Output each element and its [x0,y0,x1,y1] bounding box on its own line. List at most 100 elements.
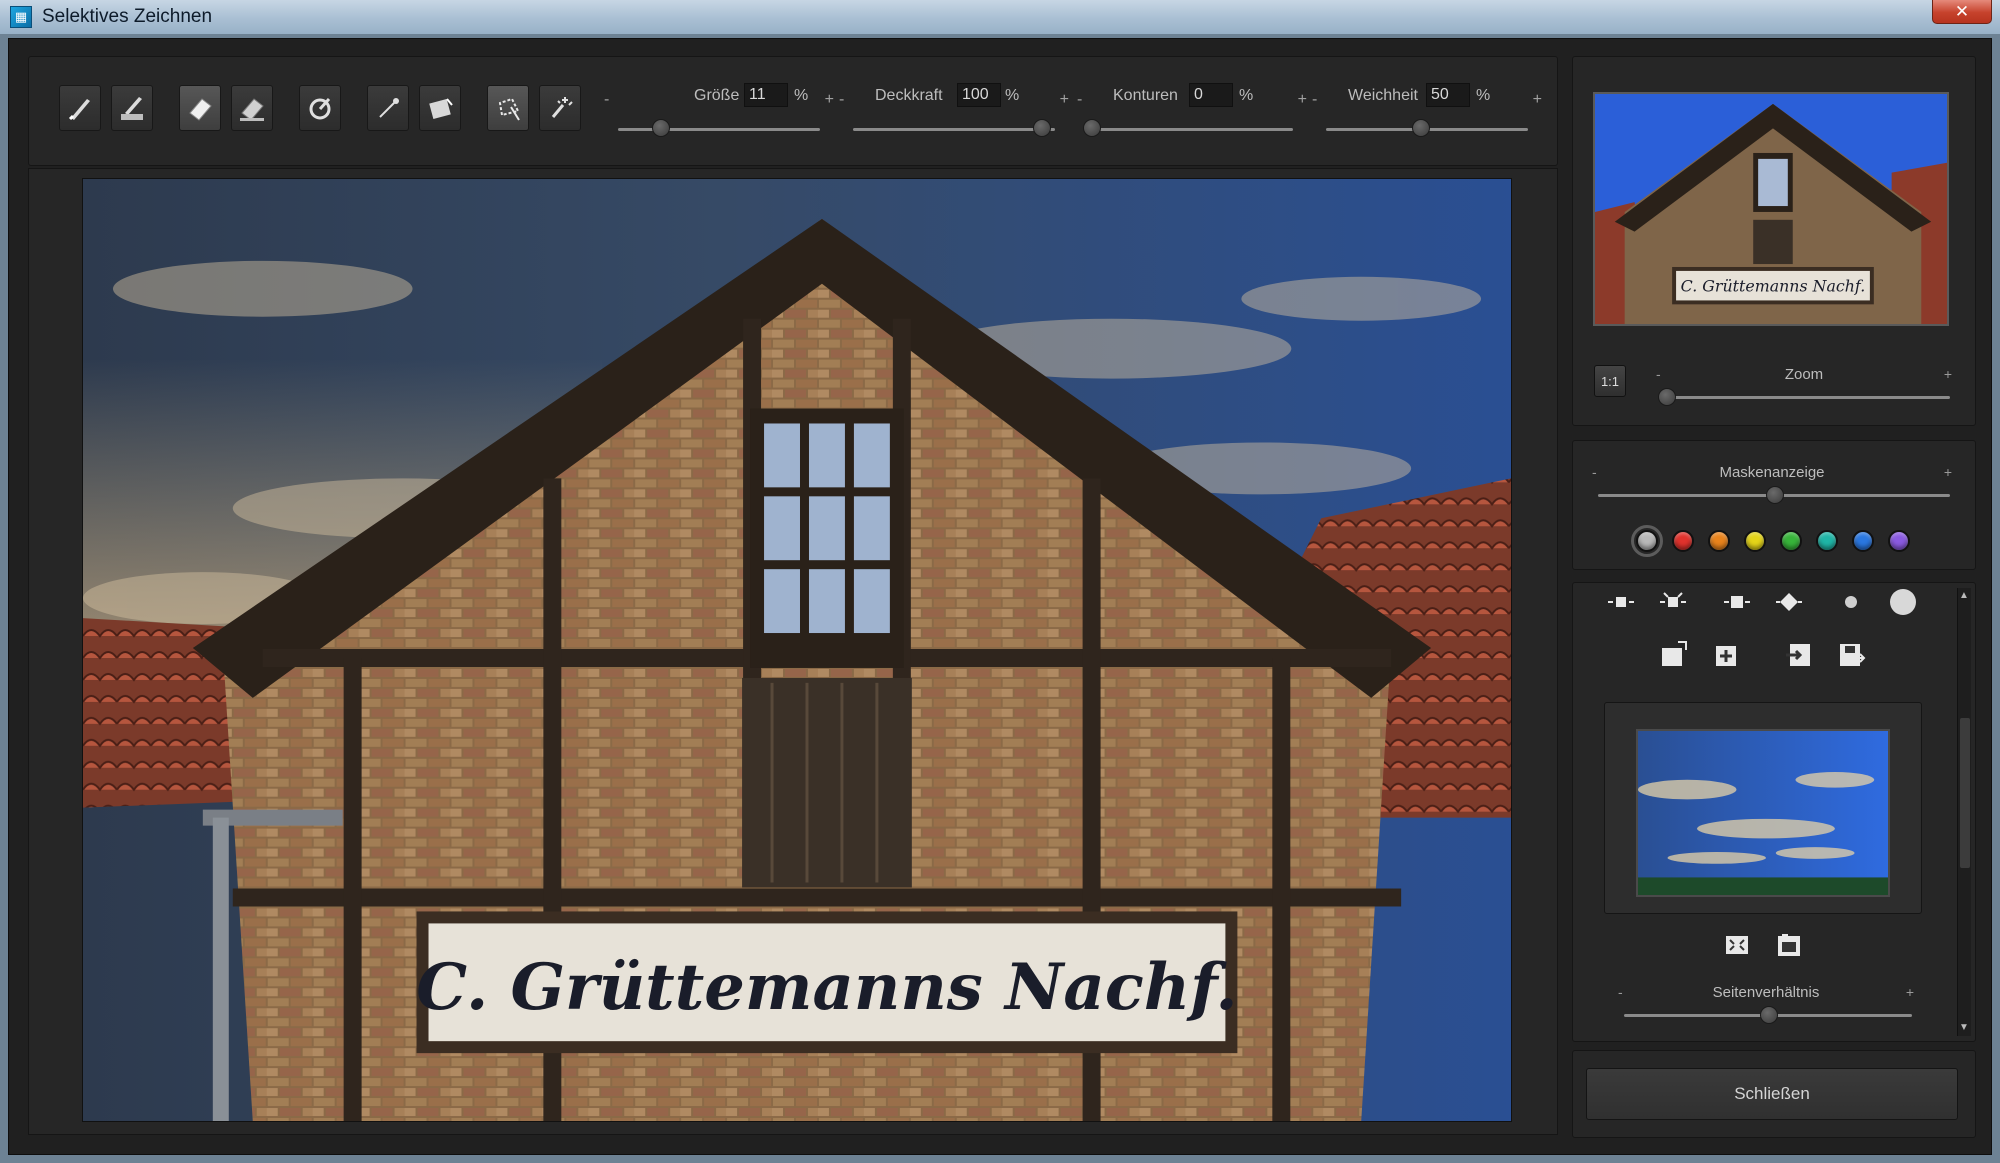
lasso-icon [498,97,520,121]
tool-gradient-button[interactable] [419,85,461,131]
size-slider-knob[interactable] [652,119,670,137]
softness-decrease[interactable]: - [1312,91,1317,109]
brush-eraser-icon [121,97,143,120]
scroll-up-arrow[interactable]: ▲ [1958,590,1970,602]
panel-scrollbar-thumb[interactable] [1960,718,1970,868]
line-icon [379,98,399,118]
mask-save-button[interactable] [1834,638,1868,672]
eraser-icon [189,98,212,121]
softness-slider-knob[interactable] [1412,119,1430,137]
mask-soften-button[interactable] [1834,585,1868,619]
eraser-soft-icon [240,98,264,121]
param-size: - Größe 11 % + [604,79,834,149]
toolbar: - Größe 11 % + - Deckkraft 100 % + - Kon… [28,56,1558,166]
large-sphere-icon [1890,589,1916,615]
softness-increase[interactable]: + [1533,91,1542,109]
mask-grow-button[interactable] [1604,585,1638,619]
swatch-orange[interactable] [1708,530,1730,552]
tool-eraser-button[interactable] [179,85,221,131]
sign-text: C. Grüttemanns Nachf. [416,950,1237,1025]
contours-increase[interactable]: + [1298,91,1307,109]
title-bar: ▦ Selektives Zeichnen ✕ [0,0,2000,34]
tool-line-button[interactable] [367,85,409,131]
mask-increase[interactable]: + [1944,464,1952,480]
texture-browse-button[interactable] [1772,928,1806,962]
zoom-increase[interactable]: + [1944,366,1952,382]
panel-scrollbar[interactable] [1957,588,1971,1036]
mask-contract-icon [1776,593,1802,611]
window-close-button[interactable]: ✕ [1932,0,1992,24]
swatch-yellow[interactable] [1744,530,1766,552]
gradient-icon [429,98,453,120]
zoom-slider-knob[interactable] [1658,388,1676,406]
param-contours: - Konturen 0 % + [1077,79,1307,149]
opacity-unit: % [1005,87,1020,104]
contours-decrease[interactable]: - [1077,91,1082,109]
brush-icon [68,99,90,121]
zoom-slider-track[interactable] [1662,396,1950,399]
size-decrease[interactable]: - [604,91,609,109]
texture-fit-button[interactable] [1720,928,1754,962]
mask-harden-button[interactable] [1886,585,1920,619]
zoom-1to1-button[interactable]: 1:1 [1594,365,1626,397]
sky-texture-thumbnail [1638,731,1888,895]
house-photo: C. Grüttemanns Nachf. [83,179,1511,1121]
navigator-preview[interactable]: C. Grüttemanns Nachf. [1593,92,1949,326]
swatch-green[interactable] [1780,530,1802,552]
mask-shrink-button[interactable] [1656,585,1690,619]
opacity-value[interactable]: 100 [957,83,1001,107]
aspect-slider-knob[interactable] [1760,1006,1778,1024]
tool-lasso-button[interactable] [487,85,529,131]
mask-new-button[interactable] [1656,638,1690,672]
mask-add-button[interactable] [1710,638,1744,672]
opacity-slider-track[interactable] [853,128,1055,131]
mask-slider-knob[interactable] [1766,486,1784,504]
opacity-slider-knob[interactable] [1033,119,1051,137]
fill-icon [309,97,331,120]
size-value[interactable]: 11 [744,83,788,107]
contours-slider-knob[interactable] [1083,119,1101,137]
swatch-gray[interactable] [1631,525,1663,557]
mask-grow-icon [1608,597,1634,607]
softness-label: Weichheit [1348,87,1418,104]
swatch-red[interactable] [1672,530,1694,552]
small-sphere-icon [1845,596,1857,608]
size-increase[interactable]: + [825,91,834,109]
contours-unit: % [1239,87,1254,104]
add-mask-icon [1716,646,1736,666]
opacity-decrease[interactable]: - [839,91,844,109]
softness-value[interactable]: 50 [1426,83,1470,107]
tool-fill-button[interactable] [299,85,341,131]
browse-icon [1778,934,1800,956]
mask-load-button[interactable] [1782,638,1816,672]
opacity-label: Deckkraft [875,87,943,104]
save-mask-icon [1840,644,1866,666]
contours-slider-track[interactable] [1091,128,1293,131]
close-dialog-button[interactable]: Schließen [1586,1068,1958,1120]
scroll-down-arrow[interactable]: ▼ [1958,1022,1970,1034]
tool-eraser-soft-button[interactable] [231,85,273,131]
tool-brush-eraser-button[interactable] [111,85,153,131]
mask-expand-button[interactable] [1720,585,1754,619]
size-label: Größe [694,87,740,104]
main-image-canvas[interactable]: C. Grüttemanns Nachf. [82,178,1512,1122]
new-mask-icon [1662,641,1687,666]
swatch-blue[interactable] [1852,530,1874,552]
window-title: Selektives Zeichnen [42,6,213,27]
swatch-teal[interactable] [1816,530,1838,552]
swatch-purple[interactable] [1888,530,1910,552]
mask-display-slider: - Maskenanzeige + [1590,464,1954,508]
mask-contract-button[interactable] [1772,585,1806,619]
contours-value[interactable]: 0 [1189,83,1233,107]
mask-color-swatches [1631,525,1910,557]
opacity-increase[interactable]: + [1060,91,1069,109]
tool-brush-button[interactable] [59,85,101,131]
zoom-label: Zoom [1784,366,1824,383]
tool-magic-wand-button[interactable] [539,85,581,131]
aspect-ratio-label: Seitenverhältnis [1712,984,1820,1001]
size-unit: % [794,87,809,104]
navigator-sign-text: C. Grüttemanns Nachf. [1681,277,1866,296]
texture-preview[interactable] [1636,729,1890,897]
size-slider-track[interactable] [618,128,820,131]
aspect-increase[interactable]: + [1906,984,1914,1000]
